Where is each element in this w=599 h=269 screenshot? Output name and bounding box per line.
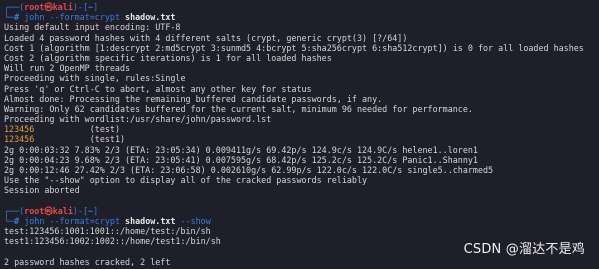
- prompt-host: kali: [52, 2, 73, 12]
- prompt-line-top: ┌──(root㉿kali)-[~]: [4, 206, 595, 216]
- cracked-user: (test1): [89, 134, 126, 145]
- status-line: 2g 0:00:04:23 9.68% 2/3 (ETA: 23:05:41) …: [4, 154, 478, 165]
- output-line: Cost 2 (algorithm specific iterations) i…: [4, 52, 332, 63]
- prompt-user: root: [24, 205, 45, 216]
- output-line: Use the "--show" option to display all o…: [4, 175, 368, 186]
- output-line: Session aborted: [4, 185, 80, 196]
- summary-line: 2 password hashes cracked, 2 left: [4, 256, 171, 267]
- status-line: 2g 0:00:03:32 7.83% 2/3 (ETA: 23:05:34) …: [4, 144, 478, 155]
- command-file: shadow.txt: [125, 12, 176, 23]
- command-file: shadow.txt: [125, 215, 176, 226]
- prompt-frame: └─: [4, 215, 15, 226]
- output-line: Using default input encoding: UTF-8: [4, 22, 181, 33]
- prompt-line-top: ┌──(root㉿kali)-[~]: [4, 2, 595, 12]
- prompt-frame: └─: [4, 12, 15, 23]
- prompt-frame: ┌──(: [4, 205, 25, 216]
- prompt-hash: #: [14, 12, 20, 23]
- prompt-frame: ]: [93, 2, 99, 12]
- output-line: Cost 1 (algorithm [1:descrypt 2:md5crypt…: [4, 42, 584, 53]
- command-arg: --format=crypt: [49, 12, 120, 23]
- prompt-hash: #: [14, 215, 20, 226]
- cracked-user: (test): [89, 124, 120, 135]
- command-arg: --format=crypt: [49, 215, 120, 226]
- output-line: Proceeding with wordlist:/usr/share/john…: [4, 114, 272, 125]
- command-flag: --show: [180, 215, 211, 226]
- cracked-line: 123456 (test): [4, 124, 595, 134]
- command-name: john: [24, 12, 45, 23]
- prompt-frame: ]: [93, 205, 99, 216]
- prompt-frame: )-[: [72, 2, 89, 12]
- prompt-host: kali: [52, 205, 73, 216]
- cracked-line: 123456 (test1): [4, 134, 595, 144]
- shadow-entry: test:123456:1001:1001::/home/test:/bin/s…: [4, 226, 211, 237]
- command-name: john: [24, 215, 45, 226]
- command-line-1: └─# john --format=crypt shadow.txt: [4, 12, 595, 22]
- output-line: Press 'q' or Ctrl-C to abort, almost any…: [4, 83, 312, 94]
- command-line-2: └─# john --format=crypt shadow.txt --sho…: [4, 216, 595, 226]
- cracked-password: 123456: [4, 134, 35, 145]
- prompt-frame: )-[: [72, 205, 89, 216]
- output-line: Warning: Only 62 candidates buffered for…: [4, 103, 473, 114]
- watermark: CSDN @溜达不是鸡: [463, 241, 585, 257]
- output-line: Loaded 4 password hashes with 4 differen…: [4, 32, 408, 43]
- status-line: 2g 0:00:12:46 27.42% 2/3 (ETA: 23:06:58)…: [4, 165, 494, 175]
- skull-icon: ㉿: [44, 205, 53, 216]
- output-line: Proceeding with single, rules:Single: [4, 73, 186, 84]
- output-line: Will run 2 OpenMP threads: [4, 63, 131, 74]
- cracked-password: 123456: [4, 124, 35, 135]
- prompt-frame: ┌──(: [4, 2, 25, 12]
- output-line: Almost done: Processing the remaining bu…: [4, 93, 383, 104]
- terminal-window[interactable]: ┌──(root㉿kali)-[~] └─# john --format=cry…: [4, 2, 595, 267]
- prompt-user: root: [24, 2, 45, 12]
- skull-icon: ㉿: [44, 2, 53, 12]
